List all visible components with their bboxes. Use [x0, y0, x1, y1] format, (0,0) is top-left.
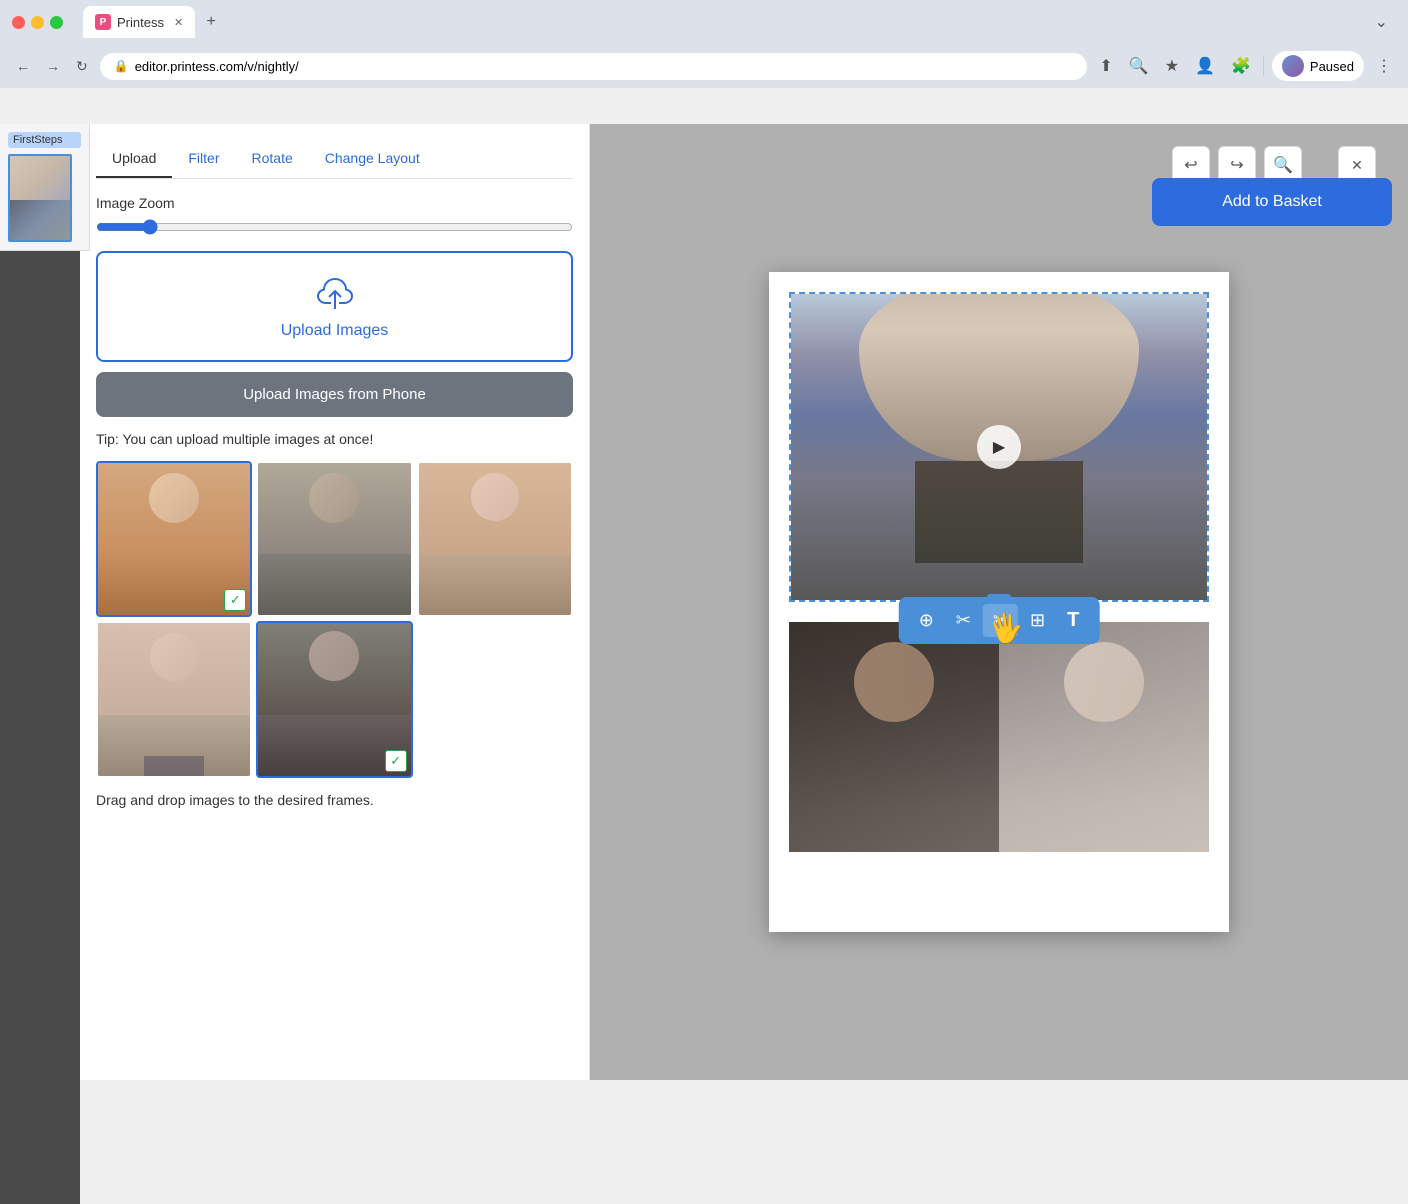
tab-rotate[interactable]: Rotate — [236, 140, 309, 178]
sidebar: Photos — [0, 124, 80, 1204]
profile-btn[interactable]: Paused — [1272, 51, 1364, 81]
add-to-basket-btn[interactable]: Add to Basket — [1152, 178, 1392, 226]
profiles-btn[interactable]: 👤 — [1191, 52, 1219, 80]
drag-drop-text: Drag and drop images to the desired fram… — [96, 792, 573, 808]
toolbar-text-btn[interactable]: T — [1057, 603, 1089, 638]
active-tab[interactable]: P Printess ✕ — [83, 6, 195, 38]
left-panel: Upload Filter Rotate Change Layout Image… — [80, 124, 590, 1080]
new-tab-btn[interactable]: + — [199, 10, 223, 34]
browser-menu-btn[interactable]: ⋮ — [1372, 52, 1396, 80]
close-icon: ✕ — [1351, 157, 1363, 174]
scissors-icon: ✂ — [956, 610, 971, 631]
nav-bar: ← → ↻ 🔒 ⬆ 🔍 ★ 👤 🧩 Paused ⋮ — [0, 44, 1408, 88]
canvas-page: ▶ ⊕ ✂ ✂ ⊞ T 🖐 — [769, 272, 1229, 932]
minimize-traffic-light[interactable] — [31, 16, 44, 29]
toolbar-grid-btn[interactable]: ⊞ — [1020, 604, 1055, 637]
upload-cloud-icon — [315, 273, 355, 314]
zoom-in-icon: ⊕ — [919, 610, 934, 631]
image-toolbar: ⊕ ✂ ✂ ⊞ T — [899, 597, 1100, 644]
tab-menu-btn[interactable]: ⌄ — [1375, 12, 1396, 32]
frame-top[interactable]: ▶ — [789, 292, 1209, 602]
title-bar: P Printess ✕ + ⌄ — [0, 0, 1408, 44]
thumb-label: FirstSteps — [8, 132, 81, 148]
address-bar-container[interactable]: 🔒 — [100, 53, 1088, 80]
share-btn[interactable]: ⬆ — [1095, 52, 1116, 80]
maximize-traffic-light[interactable] — [50, 16, 63, 29]
tab-change-layout[interactable]: Change Layout — [309, 140, 436, 178]
check-icon-1: ✓ — [224, 589, 246, 611]
thumb-top — [10, 156, 70, 200]
tab-favicon: P — [95, 14, 111, 30]
profile-label: Paused — [1310, 59, 1354, 74]
tip-text: Tip: You can upload multiple images at o… — [96, 431, 573, 447]
close-traffic-light[interactable] — [12, 16, 25, 29]
phone-upload-btn[interactable]: Upload Images from Phone — [96, 372, 573, 417]
nav-actions: ⬆ 🔍 ★ 👤 🧩 Paused ⋮ — [1095, 51, 1396, 81]
toolbar-scissors-btn[interactable]: ✂ — [946, 604, 981, 637]
add-basket-row: Add to Basket — [1152, 178, 1392, 226]
image-item-4[interactable] — [96, 621, 252, 777]
thumb-bottom — [10, 200, 70, 242]
play-btn[interactable]: ▶ — [977, 425, 1021, 469]
tab-bar: P Printess ✕ + — [71, 4, 1367, 40]
thumbnail-panel: FirstSteps — [0, 124, 90, 251]
image-item-3[interactable] — [417, 461, 573, 617]
toolbar-zoom-btn[interactable]: ⊕ — [909, 604, 944, 637]
extensions-btn[interactable]: 🧩 — [1227, 52, 1255, 80]
canvas-area: ▶ ⊕ ✂ ✂ ⊞ T 🖐 — [590, 124, 1408, 1080]
image-item-1[interactable]: ✓ — [96, 461, 252, 617]
back-btn[interactable]: ← — [12, 54, 34, 78]
tab-close-btn[interactable]: ✕ — [174, 16, 183, 29]
reload-btn[interactable]: ↻ — [72, 54, 92, 79]
text-icon: T — [1067, 609, 1079, 632]
tab-filter[interactable]: Filter — [172, 140, 235, 178]
panel-tabs: Upload Filter Rotate Change Layout — [96, 140, 573, 179]
address-input[interactable] — [135, 59, 1074, 74]
traffic-lights — [12, 16, 63, 29]
search-icon: 🔍 — [1273, 155, 1293, 175]
grid-icon: ⊞ — [1030, 610, 1045, 631]
image-item-2[interactable] — [256, 461, 412, 617]
profile-avatar — [1282, 55, 1304, 77]
tab-upload[interactable]: Upload — [96, 140, 172, 178]
browser-chrome: P Printess ✕ + ⌄ ← → ↻ 🔒 ⬆ 🔍 ★ 👤 🧩 Paus — [0, 0, 1408, 88]
bookmark-btn[interactable]: ★ — [1161, 52, 1183, 80]
frame-bottom[interactable] — [789, 622, 1209, 852]
image-grid: ✓ — [96, 461, 573, 778]
upload-label: Upload Images — [281, 322, 389, 340]
redo-icon: ↪ — [1230, 155, 1243, 175]
zoom-slider[interactable] — [96, 219, 573, 235]
tab-title: Printess — [117, 15, 164, 30]
thumbnail-preview[interactable] — [8, 154, 72, 242]
cut-icon: ✂ — [993, 610, 1008, 631]
zoom-btn[interactable]: 🔍 — [1125, 52, 1153, 80]
undo-icon: ↩ — [1184, 155, 1197, 175]
upload-btn[interactable]: Upload Images — [96, 251, 573, 362]
toolbar-cut-btn[interactable]: ✂ — [983, 604, 1018, 637]
zoom-label: Image Zoom — [96, 195, 573, 211]
divider — [1263, 56, 1264, 76]
image-item-5[interactable]: ✓ — [256, 621, 412, 777]
forward-btn[interactable]: → — [42, 54, 64, 78]
check-icon-5: ✓ — [385, 750, 407, 772]
